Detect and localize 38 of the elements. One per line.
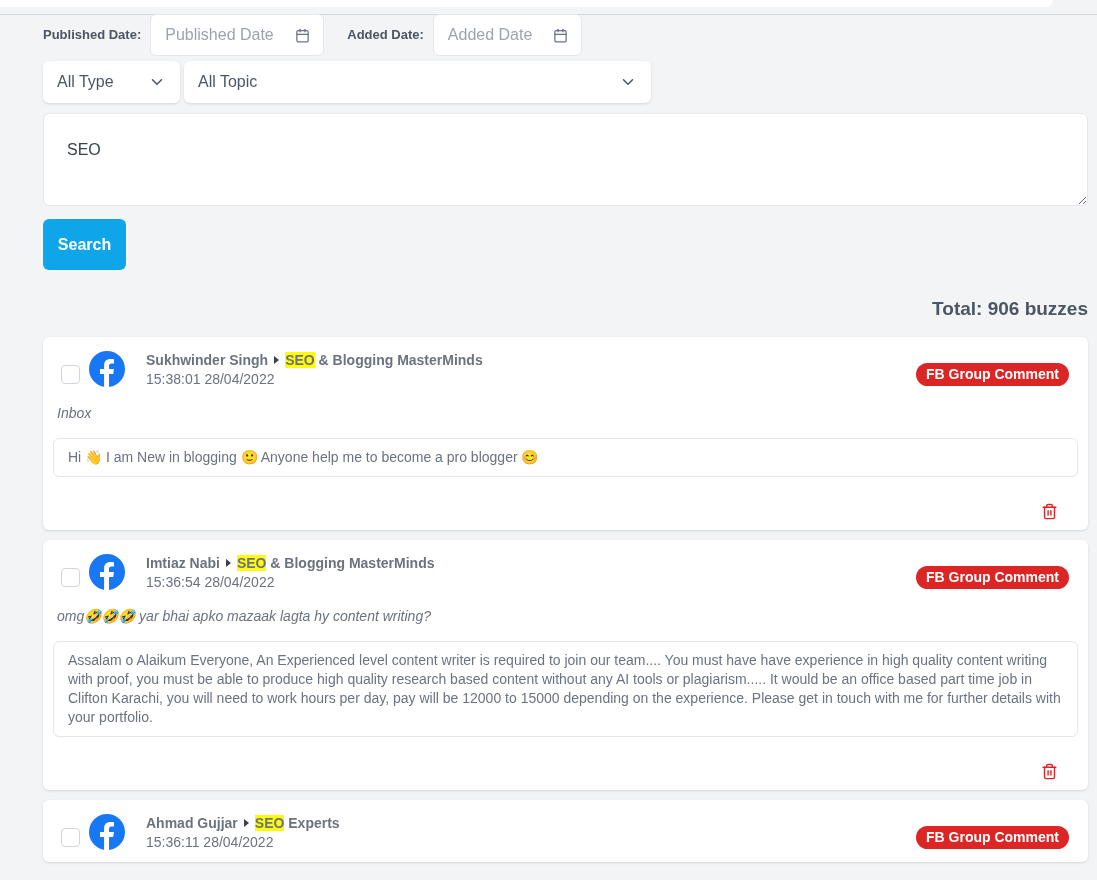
post-time: 15:38:01 28/04/2022 [146, 369, 276, 389]
added-date-field[interactable]: Added Date [432, 14, 582, 56]
search-button[interactable]: Search [43, 219, 126, 270]
calendar-icon [552, 28, 568, 43]
type-select[interactable]: All Type [43, 61, 180, 103]
type-badge: FB Group Comment [916, 362, 1069, 386]
post-time: 15:36:11 28/04/2022 [146, 832, 275, 852]
total-count: Total: 906 buzzes [932, 297, 1088, 321]
comment-text: omg🤣🤣🤣 yar bhai apko mazaak lagta hy content writing? [56, 606, 432, 626]
select-checkbox[interactable] [61, 365, 80, 384]
author-name[interactable]: Ahmad Gujjar [146, 813, 238, 833]
facebook-icon [89, 553, 125, 590]
post-content: Hi 👋 I am New in blogging 🙂 Anyone help me to become a pro blogger 😊 [53, 437, 1078, 477]
author-name[interactable]: Imtiaz Nabi [146, 553, 220, 573]
calendar-icon [295, 28, 311, 43]
comment-text: Inbox [56, 403, 93, 423]
delete-icon[interactable] [1041, 762, 1058, 780]
search-query-field[interactable]: SEO [43, 113, 1088, 206]
facebook-icon [89, 350, 125, 387]
author-name[interactable]: Sukhwinder Singh [146, 350, 269, 370]
group-name[interactable]: SEO & Blogging MasterMinds [285, 350, 483, 370]
caret-icon [243, 819, 249, 827]
caret-icon [274, 356, 280, 364]
select-checkbox[interactable] [61, 568, 80, 587]
type-badge: FB Group Comment [916, 565, 1069, 589]
published-date-field[interactable]: Published Date [150, 14, 325, 56]
caret-icon [225, 559, 231, 567]
topic-select[interactable]: All Topic [184, 61, 651, 103]
post-content: Assalam o Alaikum Everyone, An Experienced level content writer is required to join our team.... You must have have experience in high quality content writing with proof, you must be able to produce high quality research based content without any AI tools or plagiarism..... It would be an office based part time job in Clifton Karachi, you will need to work hours per day, pay will be 12000 to 15000 depending on the experience. Please get in touch with me for further details with your portfolio. [53, 640, 1078, 737]
facebook-icon [89, 813, 125, 850]
added-date-label: Added Date: [347, 26, 424, 45]
delete-icon[interactable] [1041, 502, 1058, 520]
post-time: 15:36:54 28/04/2022 [146, 572, 276, 592]
group-name[interactable]: SEO Experts [254, 813, 340, 833]
published-date-label: Published Date: [43, 26, 142, 45]
group-name[interactable]: SEO & Blogging MasterMinds [236, 553, 435, 573]
type-badge: FB Group Comment [916, 825, 1069, 849]
select-checkbox[interactable] [61, 828, 80, 847]
